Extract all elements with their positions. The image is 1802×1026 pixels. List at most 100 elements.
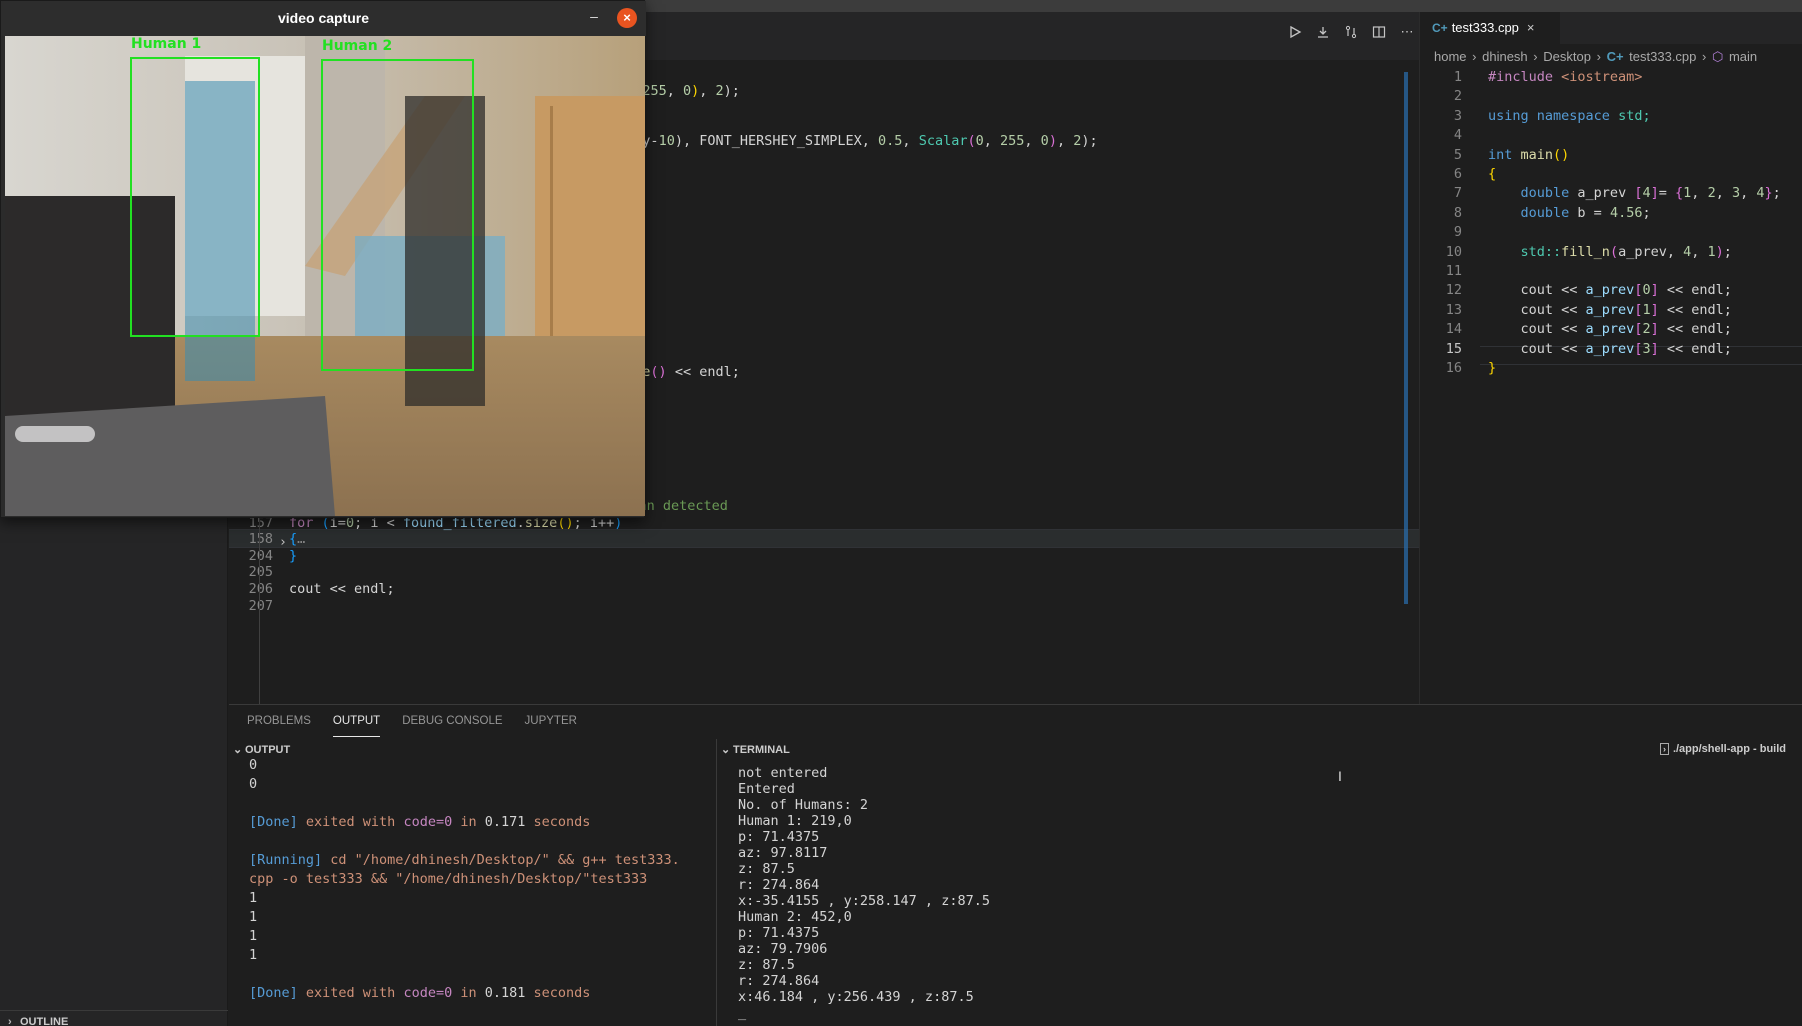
breadcrumb-item[interactable]: test333.cpp [1629,49,1696,64]
code-token: 0.171 [484,814,526,830]
code-line: cout << a_prev[3] << endl; [1488,340,1732,359]
code-token: << endl; [1658,340,1732,357]
editor-tabs: C+ test333.cpp × [1420,12,1802,44]
terminal-line: x:-35.4155 , y:258.147 , z:87.5 [738,893,990,909]
code-token: 4 [1756,185,1765,202]
breadcrumb-item[interactable]: home [1434,49,1467,64]
line-number: 9 [1453,224,1462,241]
line-number: 1 [1453,69,1462,85]
chevron-right-icon: › [1596,49,1601,64]
terminal-line: az: 97.8117 [738,845,828,861]
tab-debug-console[interactable]: DEBUG CONSOLE [402,705,502,737]
code-token: , [1024,133,1041,149]
line-number: 5 [1453,146,1462,163]
terminal-header[interactable]: ⌄ TERMINAL › ./app/shell-app - build [716,739,1802,759]
code-token: exited with [297,814,404,830]
code-token: 0 [1040,133,1049,149]
code-token: 3 [1642,340,1651,357]
terminal-body[interactable]: not entered Entered No. of Humans: 2 Human … [716,759,1802,1026]
code-token: [Done] [249,985,298,1001]
terminal-line: Human 1: 219,0 [738,813,852,829]
fold-chevron-icon[interactable]: › [279,535,287,550]
editor-scrollbar[interactable] [1404,72,1408,604]
code-token: 255 [642,83,667,99]
output-body[interactable]: 0 0 [Done] exited with code=0 in 0.171 sec… [229,759,715,1026]
terminal-instance[interactable]: › ./app/shell-app - build [1659,743,1786,755]
terminal-line: az: 79.7906 [738,941,828,957]
terminal-icon: › [1659,743,1669,755]
code-token: 1 [1707,243,1716,260]
code-token: << endl; [1658,282,1732,299]
code-token: 3 [1731,185,1741,202]
code-token: cpp -o test333 && "/home/dhinesh/Desktop… [249,871,648,887]
tab-jupyter[interactable]: JUPYTER [525,705,577,737]
code-line: std::fill_n(a_prev, 4, 1); [1488,243,1732,262]
code-token: double [1520,185,1570,202]
code-token: ); [1081,133,1098,149]
tab-problems[interactable]: PROBLEMS [247,705,311,737]
compare-icon[interactable] [1341,22,1361,42]
code-token: cout << endl; [289,581,395,597]
output-line: cpp -o test333 && "/home/dhinesh/Desktop… [249,870,647,889]
window-title: video capture [1,1,646,36]
code-token: 10 [658,133,675,149]
camera-frame: Human 1 Human 2 [5,36,645,516]
close-tab-icon[interactable]: × [1527,20,1535,35]
outline-section[interactable]: › OUTLINE [0,1010,228,1026]
code-token: 1 [249,928,258,944]
code-token: 0.5 [878,133,903,149]
code-token: 4 [1642,185,1651,202]
run-icon[interactable] [1285,22,1305,42]
video-capture-window[interactable]: video capture – × Human 1 Human 2 [0,0,646,518]
code-token: in [452,985,485,1001]
output-header[interactable]: ⌄ OUTPUT [229,739,715,759]
breadcrumb-item[interactable]: main [1729,49,1757,64]
code-token: << endl; [1658,301,1732,318]
breadcrumb-item[interactable]: Desktop [1543,49,1591,64]
code-token: in [452,814,485,830]
code-token: , [666,83,683,99]
breadcrumb-item[interactable]: dhinesh [1482,49,1528,64]
close-button[interactable]: × [617,8,637,28]
line-number: 8 [1453,204,1462,221]
more-actions-icon[interactable]: ⋯ [1397,22,1417,42]
code-token: cd "/home/dhinesh/Desktop/" && g++ test3… [322,852,680,868]
code-token: using [1488,107,1529,124]
minimize-button[interactable]: – [584,8,604,28]
code-line: } [289,547,297,566]
line-number: 207 [248,598,273,614]
terminal-line: No. of Humans: 2 [738,797,869,813]
code-token: cout << [1488,301,1586,318]
code-token: () [1553,146,1570,163]
line-number: 4 [1453,127,1462,144]
tab-output[interactable]: OUTPUT [332,705,381,737]
right-code-area[interactable]: 1 #include <iostream> 2 3 using namespace st… [1420,68,1802,704]
code-token: 0.181 [484,985,526,1001]
code-token: ] [1650,321,1659,338]
editor-actions: ⋯ [1285,22,1417,42]
code-token: 0 [1642,282,1651,299]
code-line: } [1488,359,1496,378]
breadcrumb: home › dhinesh › Desktop › C+ test333.cp… [1434,49,1759,65]
output-line: 1 [249,889,257,908]
code-token: 2 [715,83,724,99]
code-token: b = [1569,204,1610,221]
code-token: { [1675,185,1684,202]
tab-test333-cpp[interactable]: C+ test333.cpp × [1420,12,1560,44]
split-editor-icon[interactable] [1369,22,1389,42]
line-number: 2 [1453,88,1462,105]
code-token: #include [1488,69,1562,85]
code-token: 0 [975,133,984,149]
code-line: double b = 4.56; [1488,204,1651,223]
code-token: } [289,548,298,564]
code-token: a_prev [1585,301,1635,318]
terminal-line: z: 87.5 [738,957,795,973]
code-token: , [1691,185,1708,202]
download-icon[interactable] [1313,22,1333,42]
code-token: cout << [1488,340,1586,357]
line-number: 7 [1453,185,1462,202]
code-token: cout << [1488,282,1586,299]
code-token: cout << [1488,321,1586,338]
code-token: , [1740,185,1757,202]
